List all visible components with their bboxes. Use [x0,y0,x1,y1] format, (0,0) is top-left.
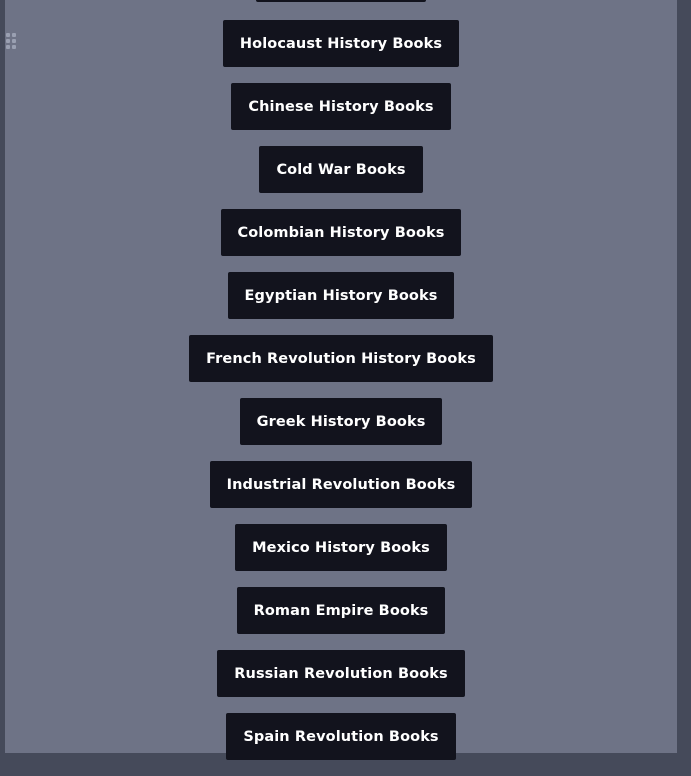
french-revolution-history-books-button[interactable]: French Revolution History Books [189,335,493,382]
roman-empire-books-button[interactable]: Roman Empire Books [236,587,446,634]
cold-war-books-button[interactable]: Cold War Books [259,146,423,193]
chinese-history-books-button[interactable]: Chinese History Books [231,83,451,130]
topics-panel: Holocaust History Books Chinese History … [5,0,677,760]
topic-button-clipped[interactable] [256,0,426,2]
greek-history-books-button[interactable]: Greek History Books [239,398,443,445]
egyptian-history-books-button[interactable]: Egyptian History Books [227,272,455,319]
right-frame-border [677,0,691,753]
industrial-revolution-books-button[interactable]: Industrial Revolution Books [209,461,473,508]
russian-revolution-books-button[interactable]: Russian Revolution Books [217,650,465,697]
colombian-history-books-button[interactable]: Colombian History Books [220,209,462,256]
mexico-history-books-button[interactable]: Mexico History Books [235,524,447,571]
holocaust-history-books-button[interactable]: Holocaust History Books [222,20,460,67]
topic-button-list: Holocaust History Books Chinese History … [5,0,677,776]
